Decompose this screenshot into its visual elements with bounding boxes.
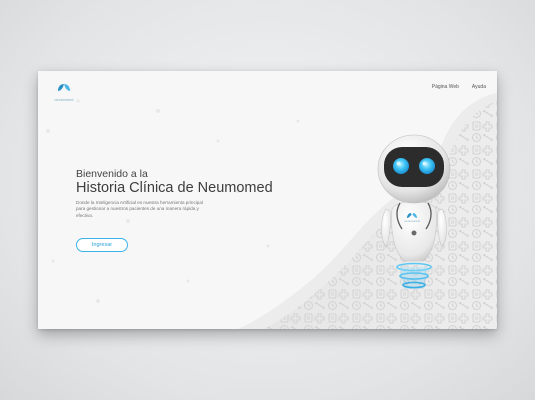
logo-text: neumomed [54, 98, 74, 102]
hover-beam [396, 262, 432, 289]
robot-left-eye [393, 158, 409, 174]
hero-section: Bienvenido a la Historia Clínica de Neum… [76, 168, 273, 219]
robot-right-eye [419, 158, 435, 174]
hero-description: Donde la Inteligencia Artificial es nues… [76, 200, 203, 218]
hero-subtitle: Bienvenido a la [76, 168, 148, 180]
robot-mascot: neumomed [377, 134, 451, 289]
nav-link-ayuda[interactable]: Ayuda [472, 84, 486, 90]
nav-link-pagina-web[interactable]: Página Web [432, 84, 459, 90]
ingresar-button[interactable]: Ingresar [76, 238, 128, 252]
top-nav: Página Web Ayuda [432, 84, 486, 90]
page-title: Historia Clínica de Neumomed [76, 180, 273, 196]
neumomed-logo[interactable]: neumomed [52, 79, 76, 102]
robot-badge-text: neumomed [404, 219, 419, 223]
app-window: neumomed Página Web Ayuda Bienvenido a l… [38, 71, 497, 329]
neumomed-logo-icon [58, 84, 70, 91]
